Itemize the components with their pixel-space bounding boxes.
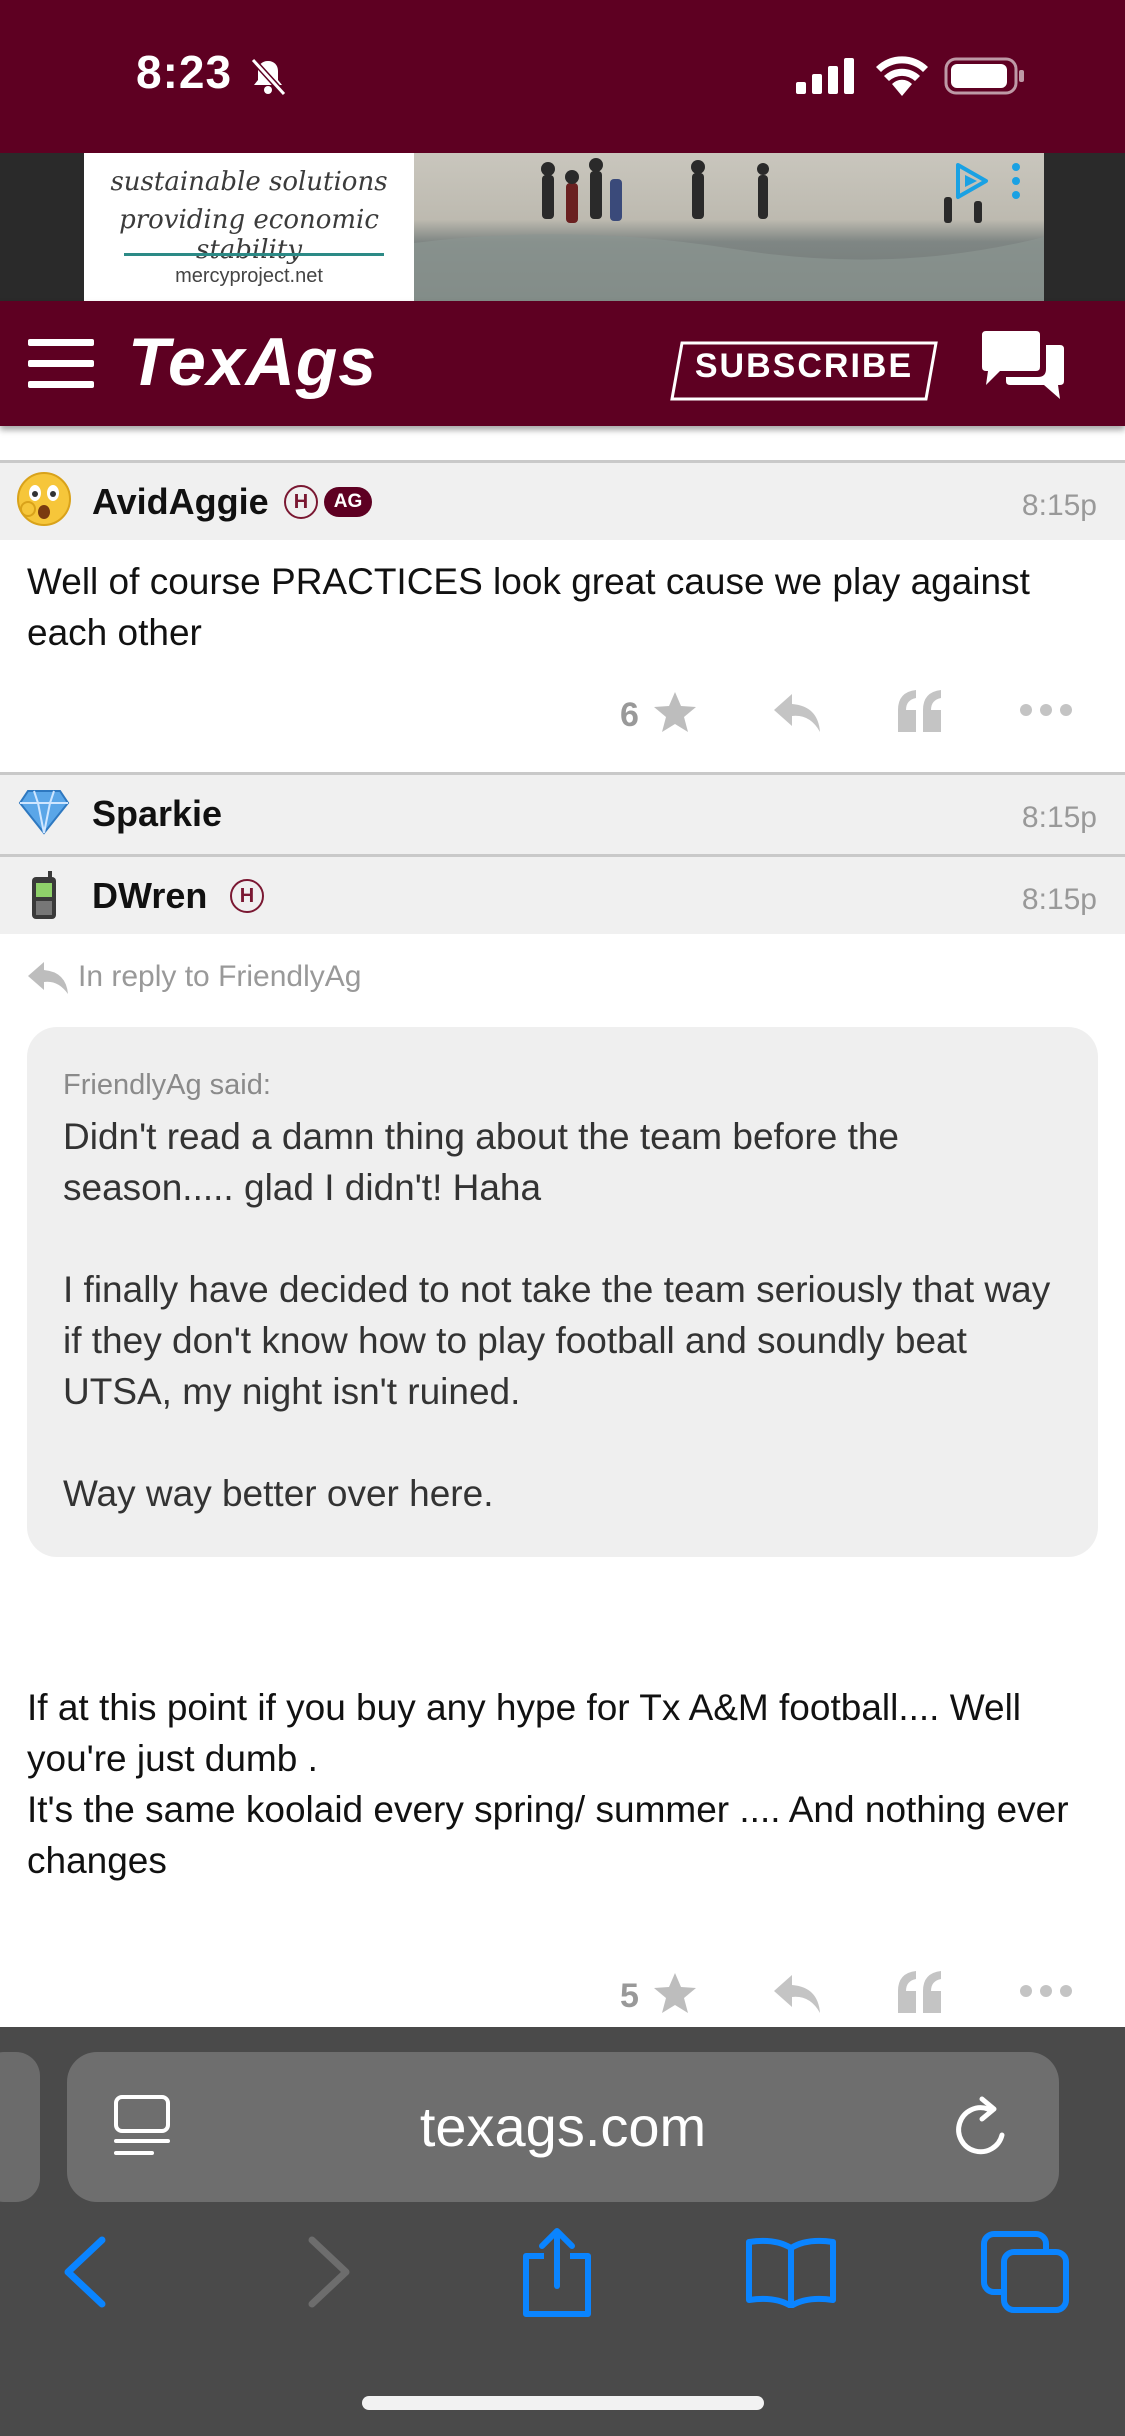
post-actions: 6 [0, 684, 1125, 744]
username[interactable]: Sparkie [92, 793, 222, 835]
phone-icon [32, 871, 56, 919]
reply-icon[interactable] [772, 692, 822, 734]
subscribe-label: SUBSCRIBE [694, 347, 914, 385]
wifi-icon [876, 56, 928, 96]
forward-icon[interactable] [306, 2236, 352, 2308]
battery-icon [944, 57, 1024, 95]
quote-icon[interactable] [896, 1969, 944, 2015]
reply-arrow-icon [28, 962, 68, 994]
ad-tagline-1: sustainable solutions [110, 167, 388, 197]
signal-icon [796, 58, 854, 94]
ad-more-icon[interactable] [1006, 161, 1026, 201]
star-icon[interactable] [652, 690, 698, 734]
ad-tagline-2: providing economic stability [119, 205, 379, 265]
more-options-icon[interactable] [1018, 702, 1074, 718]
status-time: 8:23 [136, 46, 233, 98]
post-body-line-2: It's the same koolaid every spring/ summ… [27, 1789, 1069, 1881]
quote-text: Didn't read a damn thing about the team … [63, 1116, 1051, 1514]
post-time: 8:15p [1021, 883, 1097, 916]
hamburger-menu-icon[interactable] [28, 339, 94, 389]
site-header: TexAgs SUBSCRIBE [0, 301, 1125, 426]
badge-ag: AG [324, 487, 372, 517]
post-actions: 5 [0, 1965, 1125, 2025]
ad-text-panel: sustainable solutions providing economic… [84, 153, 414, 301]
chat-bubbles-icon[interactable] [978, 329, 1068, 401]
reply-icon[interactable] [772, 1973, 822, 2015]
star-count: 6 [620, 696, 639, 734]
back-icon[interactable] [62, 2236, 108, 2308]
badge-h: H [284, 485, 318, 519]
texags-logo[interactable]: TexAgs [128, 323, 377, 401]
avatar-emoji-icon [17, 472, 71, 526]
home-indicator[interactable] [362, 2396, 764, 2410]
url-text[interactable]: texags.com [67, 2094, 1059, 2159]
ad-banner[interactable]: sustainable solutions providing economic… [84, 153, 1044, 301]
in-reply-to-text: In reply to FriendlyAg [78, 960, 362, 993]
ad-divider [124, 253, 384, 256]
ad-url: mercyproject.net [175, 265, 323, 287]
star-icon[interactable] [652, 1971, 698, 2015]
post-header-sparkie[interactable]: Sparkie 8:15p [0, 772, 1125, 854]
quote-block: FriendlyAg said: Didn't read a damn thin… [27, 1027, 1098, 1557]
adchoices-icon[interactable] [950, 161, 992, 201]
post-time: 8:15p [1021, 801, 1097, 834]
post-header-avidaggie[interactable]: AvidAggie H AG 8:15p [0, 460, 1125, 540]
quote-icon[interactable] [896, 688, 944, 734]
status-bar: 8:23 [0, 0, 1125, 153]
post-time: 8:15p [1021, 489, 1097, 522]
badge-h: H [230, 879, 264, 913]
username[interactable]: DWren [92, 875, 207, 917]
quote-author: FriendlyAg said: [63, 1069, 271, 1101]
bell-slash-icon [250, 57, 287, 96]
diamond-icon [18, 790, 70, 835]
bookmarks-icon[interactable] [745, 2236, 837, 2308]
post-body: Well of course PRACTICES look great caus… [27, 561, 1030, 653]
post-body-line-1: If at this point if you buy any hype for… [27, 1687, 1022, 1779]
star-count: 5 [620, 1977, 639, 2015]
share-icon[interactable] [520, 2226, 594, 2318]
reload-icon[interactable] [952, 2095, 1014, 2161]
previous-tab-peek[interactable] [0, 2052, 40, 2202]
tabs-icon[interactable] [980, 2230, 1070, 2314]
username[interactable]: AvidAggie [92, 481, 269, 523]
post-header-dwren[interactable]: DWren H 8:15p [0, 854, 1125, 934]
more-options-icon[interactable] [1018, 1983, 1074, 1999]
